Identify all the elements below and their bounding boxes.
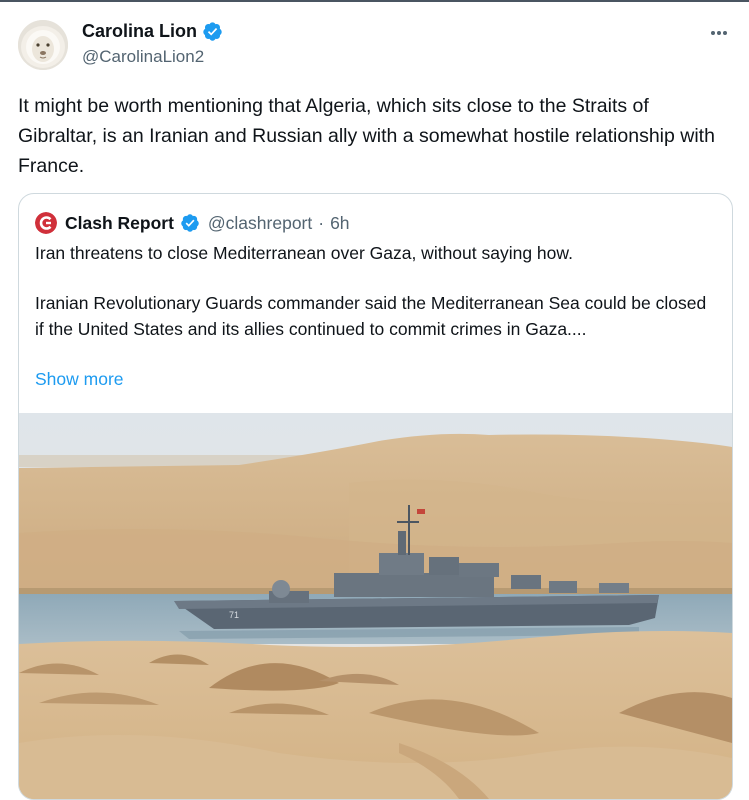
hull-number: 71 [229,610,239,620]
warship-photo-image: 71 [19,413,732,799]
author-display-name[interactable]: Carolina Lion [82,21,197,42]
quoted-verified-badge-icon [181,214,199,232]
show-more-link[interactable]: Show more [35,367,124,392]
quoted-timestamp[interactable]: 6h [330,213,349,234]
lion-avatar-icon [18,20,68,70]
more-options-icon [711,31,727,35]
quoted-handle[interactable]: @clashreport [208,213,312,234]
quoted-text-body: Iranian Revolutionary Guards commander s… [35,293,707,339]
quoted-separator: · [318,212,325,233]
author-handle[interactable]: @CarolinaLion2 [82,47,204,67]
author-name-row: Carolina Lion [82,21,223,42]
author-avatar[interactable] [18,20,68,70]
quoted-display-name[interactable]: Clash Report [65,213,174,234]
more-options-button[interactable] [702,22,736,44]
quoted-tweet-card[interactable]: Clash Report @clashreport · 6h Iran thre… [18,193,733,800]
quoted-text-headline: Iran threatens to close Mediterranean ov… [35,243,573,263]
tweet-text: It might be worth mentioning that Algeri… [18,95,715,177]
quoted-tweet-header: Clash Report @clashreport · 6h [35,212,350,234]
quoted-media-image[interactable]: 71 [19,413,732,799]
clash-report-logo-icon [35,212,57,234]
top-divider [0,0,749,2]
verified-badge-icon [203,22,222,41]
